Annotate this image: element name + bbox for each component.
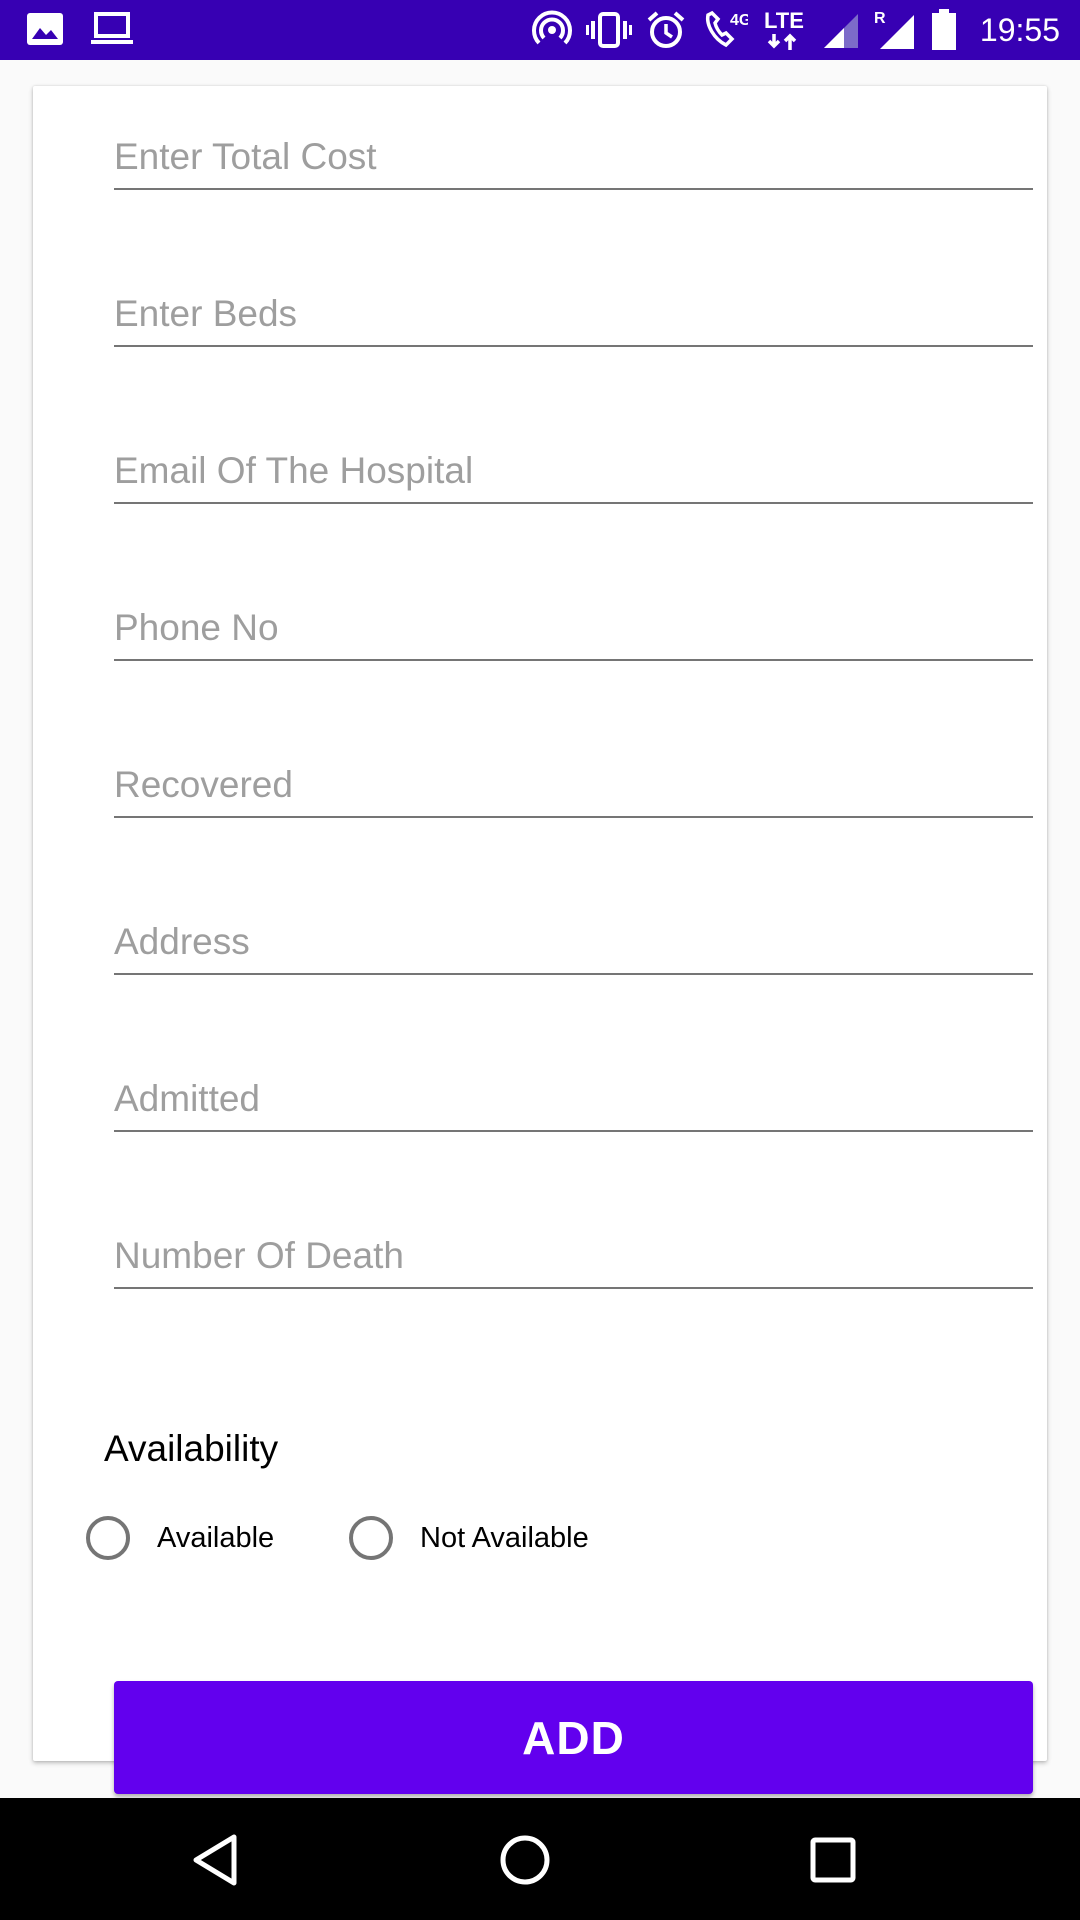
lte-icon: LTE [762, 8, 808, 52]
network-lte-text: LTE [764, 8, 804, 33]
radio-available[interactable]: Available [86, 1516, 274, 1560]
image-icon [26, 12, 64, 46]
deaths-field [114, 1209, 1033, 1289]
total-cost-input[interactable] [114, 136, 1033, 178]
network-4g-text: 4G [730, 12, 748, 29]
deaths-input[interactable] [114, 1235, 1033, 1277]
radio-available-label[interactable]: Available [157, 1522, 274, 1555]
status-time: 19:55 [979, 11, 1060, 48]
back-icon[interactable] [183, 1828, 247, 1892]
screen: 4G LTE R 19:55 Enter Total Cost Enter Be… [0, 0, 1080, 1920]
status-left-icons [26, 12, 134, 46]
beds-field [114, 267, 1033, 347]
roaming-mark-text: R [874, 10, 886, 27]
wifi-calling-icon: 4G [700, 9, 748, 51]
hotspot-icon [531, 10, 572, 50]
navigation-bar [0, 1798, 1080, 1920]
admitted-field [114, 1052, 1033, 1132]
laptop-icon [90, 12, 134, 46]
vibrate-icon [585, 10, 632, 50]
roaming-signal-icon: R [874, 9, 916, 51]
address-input[interactable] [114, 921, 1033, 963]
total-cost-field [114, 110, 1033, 190]
hospital-email-input[interactable] [114, 450, 1033, 492]
beds-input[interactable] [114, 293, 1033, 335]
radio-not-available[interactable]: Not Available [349, 1516, 589, 1560]
radio-not-available-label[interactable]: Not Available [420, 1522, 589, 1555]
add-button[interactable]: ADD [114, 1681, 1033, 1794]
form-card: Availability Available Not Available ADD [33, 86, 1047, 1794]
radio-circle-icon[interactable] [349, 1516, 393, 1560]
address-field [114, 895, 1033, 975]
status-right-icons: 4G LTE R 19:55 [531, 8, 1060, 52]
hospital-email-field [114, 424, 1033, 504]
recovered-input[interactable] [114, 764, 1033, 806]
battery-icon [930, 9, 958, 51]
recovered-field [114, 738, 1033, 818]
alarm-icon [646, 10, 686, 50]
signal-icon [822, 10, 860, 50]
radio-circle-icon[interactable] [86, 1516, 130, 1560]
home-icon[interactable] [493, 1828, 557, 1892]
status-bar: 4G LTE R 19:55 [0, 0, 1080, 60]
phone-field [114, 581, 1033, 661]
recents-icon[interactable] [801, 1828, 865, 1892]
admitted-input[interactable] [114, 1078, 1033, 1120]
availability-label: Availability [104, 1428, 279, 1469]
phone-input[interactable] [114, 607, 1033, 649]
